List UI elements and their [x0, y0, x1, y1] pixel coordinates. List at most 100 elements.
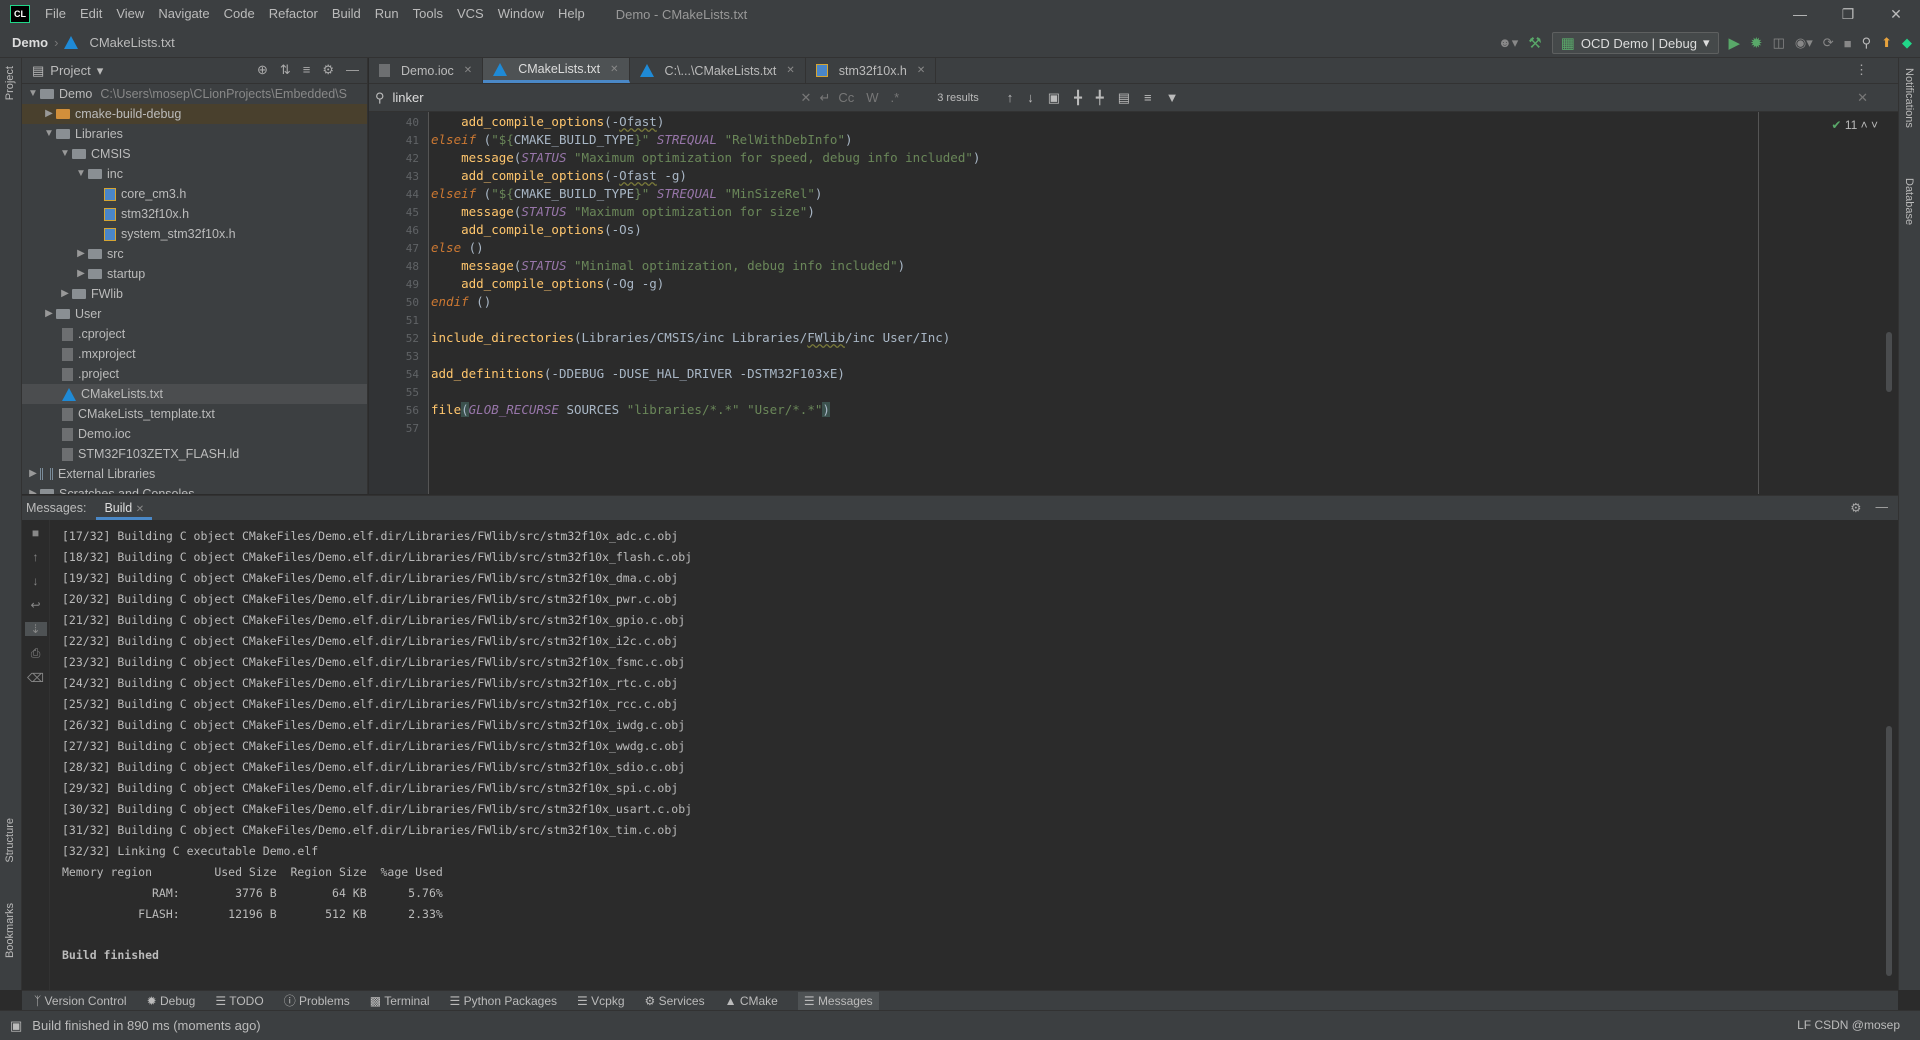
- menu-code[interactable]: Code: [217, 0, 262, 28]
- menu-refactor[interactable]: Refactor: [262, 0, 325, 28]
- close-icon[interactable]: ✕: [1872, 0, 1920, 28]
- notifications-strip-tab[interactable]: Notifications: [1903, 68, 1915, 128]
- tree-item-scratches[interactable]: ▶ Scratches and Consoles: [22, 484, 367, 494]
- tab-stm32f10x-h[interactable]: stm32f10x.h ✕: [806, 58, 937, 83]
- find-input[interactable]: linker: [393, 90, 793, 105]
- minimize-icon[interactable]: —: [1776, 0, 1824, 28]
- print-icon[interactable]: ⎙: [31, 646, 41, 661]
- menu-run[interactable]: Run: [368, 0, 406, 28]
- project-panel-title[interactable]: Project: [50, 63, 90, 78]
- menu-vcs[interactable]: VCS: [450, 0, 491, 28]
- tool-cmake[interactable]: ▲ CMake: [725, 994, 778, 1008]
- whole-words-toggle[interactable]: W: [866, 90, 878, 105]
- arrow-up-icon[interactable]: ↑: [33, 550, 39, 564]
- select-all-occurrences-icon[interactable]: ▣: [1048, 90, 1060, 106]
- soft-wrap-icon[interactable]: ↩: [30, 598, 40, 612]
- tree-item-inc[interactable]: ▼ inc: [22, 164, 367, 184]
- tree-item-cmake-build-debug[interactable]: ▶ cmake-build-debug: [22, 104, 367, 124]
- chevron-right-icon[interactable]: ▶: [26, 464, 40, 484]
- tree-item-project[interactable]: .project: [22, 364, 367, 384]
- tree-item-flash-ld[interactable]: STM32F103ZETX_FLASH.ld: [22, 444, 367, 464]
- user-icon[interactable]: ☻▾: [1498, 35, 1518, 51]
- tree-item-fwlib[interactable]: ▶ FWlib: [22, 284, 367, 304]
- build-output[interactable]: [17/32] Building C object CMakeFiles/Dem…: [62, 526, 692, 966]
- chevron-down-icon[interactable]: ▼: [58, 144, 72, 164]
- tree-item-cmakelists[interactable]: CMakeLists.txt: [22, 384, 367, 404]
- menu-help[interactable]: Help: [551, 0, 592, 28]
- menu-navigate[interactable]: Navigate: [151, 0, 216, 28]
- collapse-all-icon[interactable]: ≡: [303, 62, 311, 78]
- close-icon[interactable]: ✕: [136, 504, 144, 515]
- regex-toggle[interactable]: .*: [891, 90, 900, 105]
- tree-item-startup[interactable]: ▶ startup: [22, 264, 367, 284]
- arrow-down-icon[interactable]: ↓: [1027, 90, 1034, 106]
- more-icon[interactable]: ⋮: [1855, 58, 1898, 83]
- newline-icon[interactable]: ↵: [819, 90, 830, 106]
- database-strip-tab[interactable]: Database: [1903, 178, 1915, 225]
- tree-item-external-libraries[interactable]: ▶ External Libraries: [22, 464, 367, 484]
- menu-window[interactable]: Window: [491, 0, 551, 28]
- tool-debug[interactable]: ✹ Debug: [147, 994, 196, 1008]
- scroll-to-end-icon[interactable]: ⇣: [24, 622, 47, 636]
- close-icon[interactable]: ✕: [610, 64, 618, 75]
- chevron-down-icon[interactable]: ▼: [26, 84, 40, 104]
- tool-problems[interactable]: ⓘ Problems: [284, 992, 350, 1009]
- chevron-down-icon[interactable]: ▼: [74, 164, 88, 184]
- tree-item-core-cm3[interactable]: core_cm3.h: [22, 184, 367, 204]
- tool-messages[interactable]: ☰ Messages: [797, 991, 879, 1010]
- menu-tools[interactable]: Tools: [406, 0, 450, 28]
- breadcrumb-file[interactable]: CMakeLists.txt: [89, 35, 174, 50]
- close-icon[interactable]: ✕: [464, 65, 472, 76]
- chevron-right-icon[interactable]: ▶: [26, 484, 40, 494]
- inspection-widget[interactable]: ✔ 11 ˄ ˅: [1831, 118, 1878, 132]
- close-icon[interactable]: ✕: [1857, 90, 1898, 106]
- chevron-right-icon[interactable]: ▶: [74, 264, 88, 284]
- menu-file[interactable]: File: [38, 0, 73, 28]
- hammer-build-icon[interactable]: ⚒: [1528, 34, 1541, 52]
- tree-item-user[interactable]: ▶ User: [22, 304, 367, 324]
- tool-services[interactable]: ⚙ Services: [645, 994, 705, 1008]
- chevron-down-icon[interactable]: ▼: [42, 124, 56, 144]
- run-icon[interactable]: ▶: [1729, 34, 1741, 52]
- chevron-right-icon[interactable]: ▶: [42, 104, 56, 124]
- clear-icon[interactable]: ✕: [801, 90, 812, 106]
- tool-vcpkg[interactable]: ☰ Vcpkg: [577, 994, 624, 1008]
- tab-demo-ioc[interactable]: Demo.ioc ✕: [369, 58, 484, 83]
- tree-item-src[interactable]: ▶ src: [22, 244, 367, 264]
- chevron-right-icon[interactable]: ▶: [58, 284, 72, 304]
- update-icon[interactable]: ⬆: [1881, 35, 1892, 51]
- tab-cmakelists[interactable]: CMakeLists.txt ✕: [483, 58, 630, 83]
- chevron-down-icon[interactable]: ▾: [97, 63, 104, 79]
- tool-terminal[interactable]: ▩ Terminal: [370, 994, 430, 1008]
- tree-item-libraries[interactable]: ▼ Libraries: [22, 124, 367, 144]
- gear-icon[interactable]: ⚙: [1850, 500, 1861, 515]
- run-configuration-select[interactable]: ▦ OCD Demo | Debug ▾: [1551, 32, 1719, 54]
- tab-build[interactable]: Build ✕: [96, 496, 153, 520]
- match-case-toggle[interactable]: Cc: [838, 90, 854, 105]
- tool-python-packages[interactable]: ☰ Python Packages: [450, 994, 558, 1008]
- editor-scrollbar[interactable]: [1886, 332, 1892, 392]
- arrow-up-icon[interactable]: ↑: [1007, 90, 1014, 106]
- code-view[interactable]: 40 41 42 43 44 45 46 47 48 49 50 51 52 5…: [369, 112, 1898, 494]
- tree-item-cproject[interactable]: .cproject: [22, 324, 367, 344]
- profile-icon[interactable]: ◉▾: [1795, 35, 1813, 51]
- tree-item-stm32f10x[interactable]: stm32f10x.h: [22, 204, 367, 224]
- expand-all-icon[interactable]: ⇅: [280, 62, 291, 78]
- bookmarks-strip-tab[interactable]: Bookmarks: [4, 903, 16, 958]
- remove-selection-icon[interactable]: ╇: [1096, 90, 1104, 106]
- tool-version-control[interactable]: ᛉ Version Control: [34, 994, 127, 1008]
- status-text[interactable]: Build finished in 890 ms (moments ago): [32, 1018, 260, 1033]
- project-strip-tab[interactable]: Project: [4, 66, 16, 100]
- tree-item-mxproject[interactable]: .mxproject: [22, 344, 367, 364]
- tab-other-cmakelists[interactable]: C:\...\CMakeLists.txt ✕: [630, 58, 806, 83]
- breadcrumb-project[interactable]: Demo: [12, 35, 48, 50]
- debug-icon[interactable]: ✹: [1750, 34, 1763, 52]
- menu-build[interactable]: Build: [325, 0, 368, 28]
- search-icon[interactable]: ⚲: [1862, 35, 1872, 51]
- menu-view[interactable]: View: [109, 0, 151, 28]
- arrow-down-icon[interactable]: ↓: [33, 574, 39, 588]
- tree-item-demo[interactable]: ▼ Demo C:\Users\mosep\CLionProjects\Embedd…: [22, 84, 367, 104]
- tree-item-system-stm32f10x[interactable]: system_stm32f10x.h: [22, 224, 367, 244]
- select-occurrences-icon[interactable]: ▤: [1118, 90, 1130, 106]
- stop-icon[interactable]: ■: [32, 526, 39, 540]
